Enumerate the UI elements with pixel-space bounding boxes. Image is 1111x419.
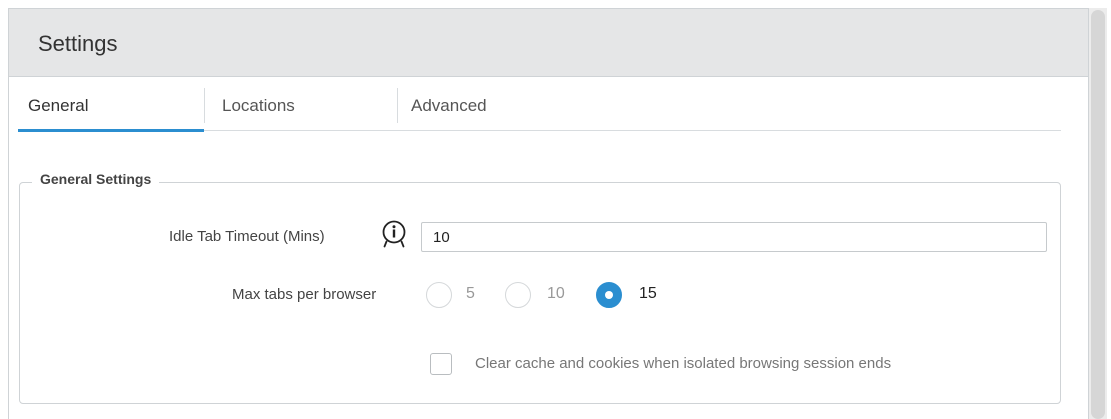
clear-cache-label: Clear cache and cookies when isolated br…: [475, 355, 892, 372]
scrollbar-thumb[interactable]: [1091, 10, 1105, 419]
settings-header: Settings: [9, 9, 1088, 77]
tab-advanced-label: Advanced: [411, 96, 487, 115]
max-tabs-label: Max tabs per browser: [232, 286, 377, 303]
max-tabs-option-10-label: 10: [547, 285, 565, 302]
tab-advanced[interactable]: Advanced: [411, 82, 487, 130]
max-tabs-radio-10[interactable]: [505, 282, 531, 308]
max-tabs-option-15-label: 15: [639, 285, 657, 302]
clear-cache-checkbox[interactable]: [430, 353, 452, 375]
max-tabs-radio-5[interactable]: [426, 282, 452, 308]
settings-page: Settings General Locations Advanced Gene…: [0, 0, 1111, 419]
tab-locations[interactable]: Locations: [222, 82, 295, 130]
tab-general-label: General: [28, 96, 89, 115]
general-settings-legend: General Settings: [32, 171, 160, 187]
info-icon[interactable]: [380, 219, 408, 249]
active-tab-indicator: [18, 129, 204, 132]
tab-bar: General Locations Advanced: [18, 82, 1061, 132]
max-tabs-radio-15[interactable]: [596, 282, 622, 308]
idle-tab-timeout-input[interactable]: [421, 222, 1047, 252]
max-tabs-option-5-label: 5: [466, 285, 475, 302]
tab-separator: [397, 88, 398, 123]
tab-separator: [204, 88, 205, 123]
page-title: Settings: [38, 31, 118, 56]
tab-locations-label: Locations: [222, 96, 295, 115]
tab-general[interactable]: General: [28, 82, 88, 130]
idle-tab-timeout-label: Idle Tab Timeout (Mins): [169, 228, 325, 245]
